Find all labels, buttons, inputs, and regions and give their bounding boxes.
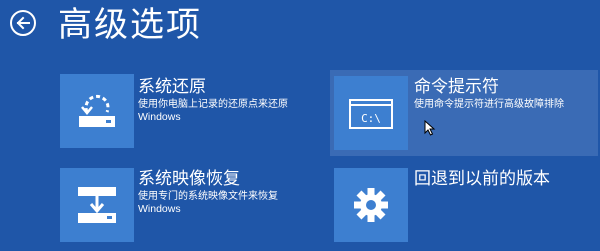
system-restore-icon	[79, 94, 115, 127]
option-description: 使用你电脑上记录的还原点来还原	[138, 99, 288, 110]
system-restore-tile	[60, 74, 134, 148]
option-go-back[interactable]: 回退到以前的版本	[334, 168, 598, 244]
gear-icon	[354, 188, 388, 222]
back-arrow-icon	[16, 16, 30, 30]
option-title: 命令提示符	[414, 77, 499, 97]
option-description: Windows	[138, 203, 181, 215]
command-prompt-tile: C:\	[334, 76, 408, 150]
mouse-cursor-icon	[424, 120, 436, 136]
drive-download-icon	[78, 187, 116, 223]
system-image-recovery-tile	[60, 168, 134, 242]
option-description: 使用专门的系统映像文件来恢复	[138, 191, 278, 202]
page-title: 高级选项	[58, 5, 202, 45]
command-prompt-icon-text: C:\	[361, 112, 381, 125]
option-command-prompt[interactable]: C:\ 命令提示符 使用命令提示符进行高级故障排除	[330, 70, 598, 156]
option-description: 使用命令提示符进行高级故障排除	[414, 99, 564, 110]
go-back-tile	[334, 168, 408, 242]
option-title: 系统还原	[138, 77, 206, 97]
option-description: Windows	[138, 111, 181, 123]
option-system-restore[interactable]: 系统还原 使用你电脑上记录的还原点来还原 Windows	[60, 74, 310, 150]
option-system-image-recovery[interactable]: 系统映像恢复 使用专门的系统映像文件来恢复 Windows	[60, 168, 310, 244]
option-title: 系统映像恢复	[138, 169, 240, 189]
back-button[interactable]	[10, 10, 36, 36]
option-title: 回退到以前的版本	[414, 169, 550, 189]
command-prompt-icon: C:\	[349, 99, 393, 129]
